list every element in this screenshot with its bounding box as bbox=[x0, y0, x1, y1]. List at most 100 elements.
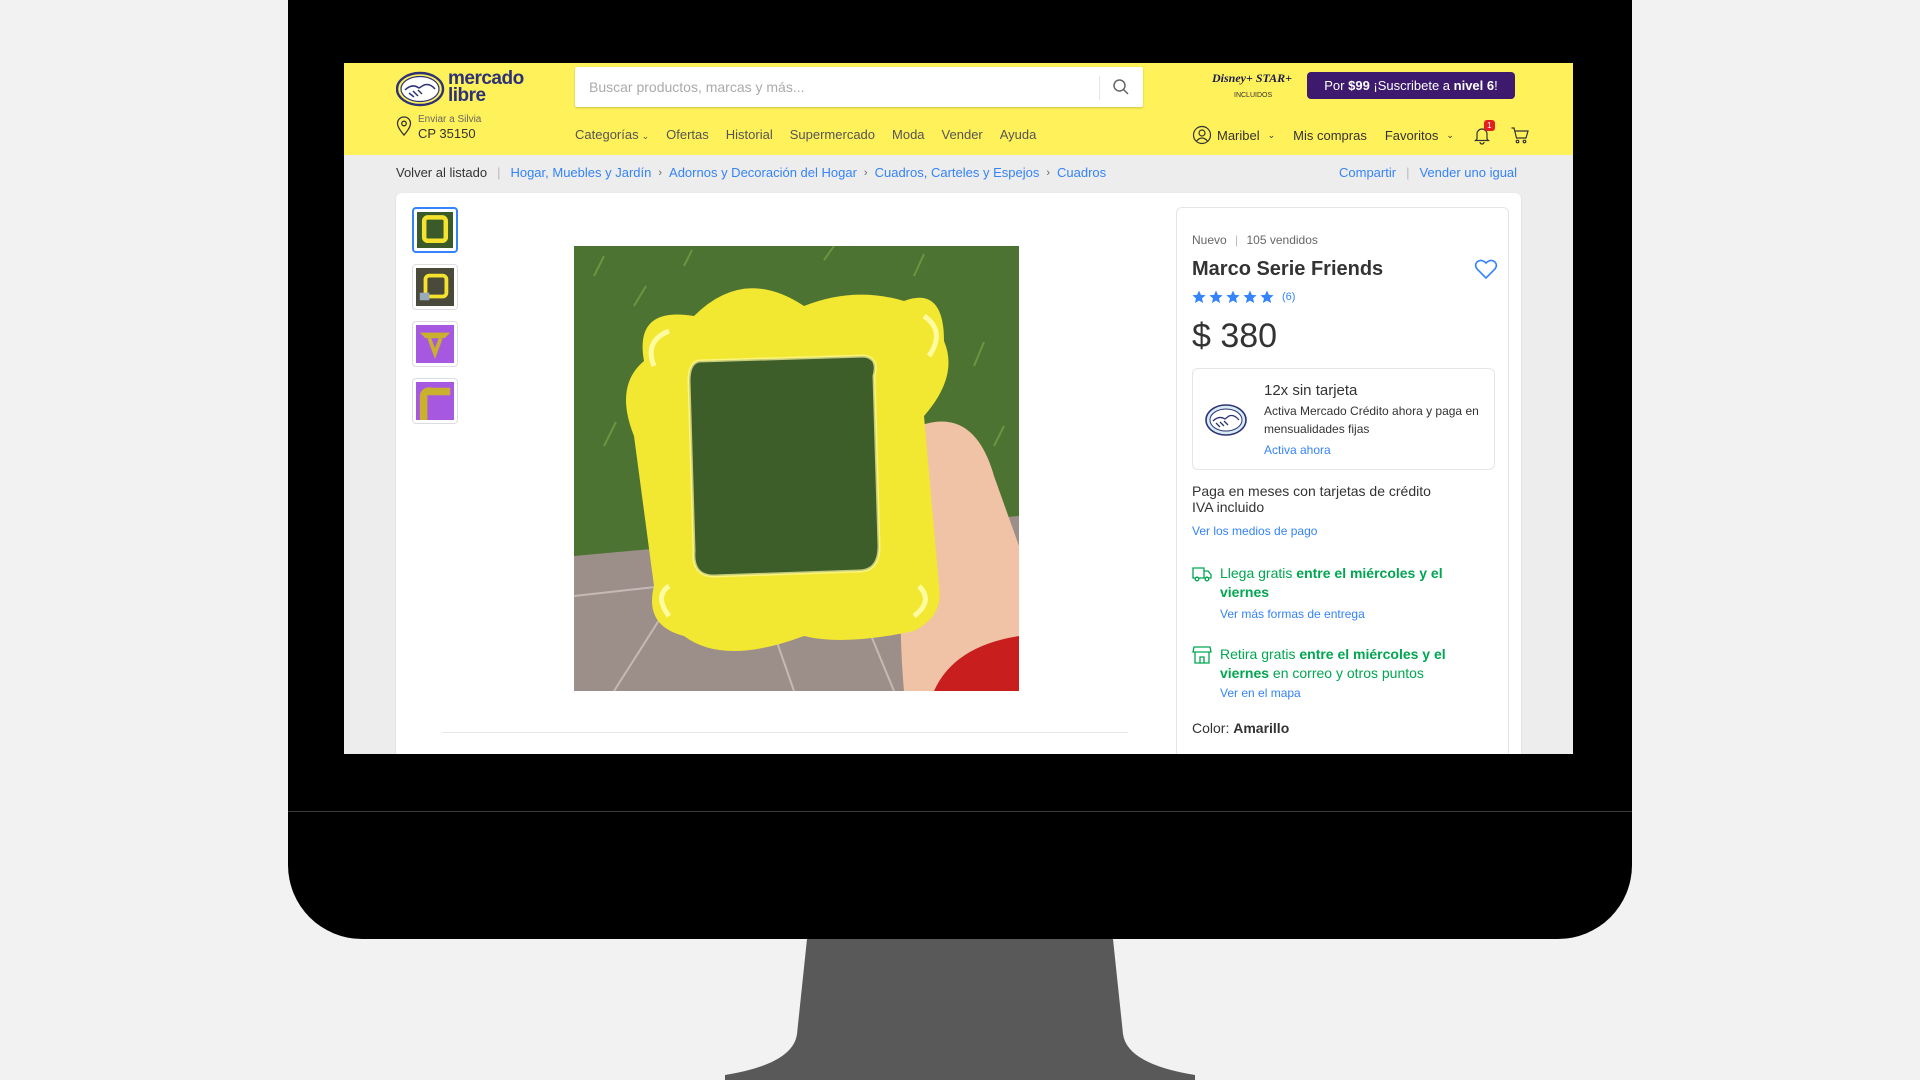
store-icon bbox=[1192, 646, 1212, 664]
chevron-down-icon: ⌄ bbox=[641, 131, 650, 141]
condition-sold: Nuevo | 105 vendidos bbox=[1192, 233, 1318, 247]
product-card: Nuevo | 105 vendidos Marco Serie Friends… bbox=[396, 193, 1521, 754]
nav-item-vender[interactable]: Vender bbox=[942, 127, 983, 142]
subscription-promo-button[interactable]: Por $99 ¡Suscribete a nivel 6! bbox=[1307, 72, 1515, 99]
nav-item-ofertas[interactable]: Ofertas bbox=[666, 127, 709, 142]
color-selector[interactable]: Color: Amarillo bbox=[1192, 720, 1289, 736]
installments-line-1: Paga en meses con tarjetas de crédito bbox=[1192, 483, 1431, 499]
credit-description: Activa Mercado Crédito ahora y paga en m… bbox=[1264, 404, 1479, 436]
share-actions: Compartir | Vender uno igual bbox=[1339, 165, 1517, 180]
user-menu[interactable]: Maribel ⌄ bbox=[1192, 125, 1275, 145]
thumbnail-image bbox=[416, 268, 454, 306]
user-avatar-icon bbox=[1192, 125, 1212, 145]
product-main-image[interactable] bbox=[574, 246, 1019, 691]
product-thumbnail-4[interactable] bbox=[412, 378, 458, 424]
promo-price: $99 bbox=[1348, 78, 1370, 93]
map-link[interactable]: Ver en el mapa bbox=[1220, 686, 1301, 700]
main-nav: Categorías ⌄ Ofertas Historial Supermerca… bbox=[575, 127, 1036, 142]
favorites-menu[interactable]: Favoritos ⌄ bbox=[1385, 128, 1454, 143]
star-icon bbox=[1192, 290, 1206, 303]
product-thumbnail-3[interactable] bbox=[412, 321, 458, 367]
activate-credit-link[interactable]: Activa ahora bbox=[1264, 443, 1331, 457]
search-icon[interactable] bbox=[1112, 78, 1130, 96]
breadcrumb-item-cuadros[interactable]: Cuadros bbox=[1057, 165, 1106, 180]
user-nav: Maribel ⌄ Mis compras Favoritos ⌄ 1 bbox=[1192, 120, 1530, 148]
nav-item-categorias[interactable]: Categorías ⌄ bbox=[575, 127, 649, 142]
favorites-label: Favoritos bbox=[1384, 127, 1439, 143]
star-icon bbox=[1260, 290, 1274, 303]
chevron-right-icon: › bbox=[863, 166, 868, 179]
product-price: $ 380 bbox=[1192, 317, 1278, 355]
color-value: Amarillo bbox=[1233, 720, 1290, 736]
browser-screen: mercado libre Disney+ STAR+ INCLUIDOS Po… bbox=[344, 63, 1573, 754]
shipping-text: Llega gratis entre el miércoles y el vie… bbox=[1220, 564, 1470, 602]
mercado-credito-box: 12x sin tarjeta Activa Mercado Crédito a… bbox=[1192, 368, 1495, 470]
disney-included-label: INCLUIDOS bbox=[1234, 92, 1273, 99]
buy-box: Nuevo | 105 vendidos Marco Serie Friends… bbox=[1176, 207, 1509, 754]
monitor-chin-divider bbox=[288, 811, 1632, 812]
share-link[interactable]: Compartir bbox=[1339, 165, 1396, 180]
payment-methods-link[interactable]: Ver los medios de pago bbox=[1192, 524, 1317, 538]
thumbnail-image bbox=[416, 382, 454, 420]
color-label: Color: bbox=[1192, 720, 1234, 736]
search-divider bbox=[1099, 76, 1100, 100]
installments-info: Paga en meses con tarjetas de crédito IV… bbox=[1192, 483, 1431, 515]
star-icon bbox=[1226, 290, 1240, 303]
search-bar bbox=[575, 67, 1143, 107]
star-icon bbox=[1243, 290, 1257, 303]
condition-label: Nuevo bbox=[1192, 233, 1227, 247]
cart-icon[interactable] bbox=[1510, 125, 1530, 145]
nav-item-ayuda[interactable]: Ayuda bbox=[1000, 127, 1037, 142]
product-title: Marco Serie Friends bbox=[1192, 258, 1384, 280]
notification-badge: 1 bbox=[1483, 120, 1495, 131]
delivery-options-link[interactable]: Ver más formas de entrega bbox=[1220, 607, 1365, 621]
installments-line-2: IVA incluido bbox=[1192, 499, 1265, 515]
location-value: CP 35150 bbox=[418, 126, 476, 141]
product-thumbnail-2[interactable] bbox=[412, 264, 458, 310]
condition-separator: | bbox=[1235, 233, 1239, 247]
thumbnail-image bbox=[417, 212, 453, 248]
share-separator: | bbox=[1406, 165, 1410, 180]
thumbnail-image bbox=[416, 325, 454, 363]
pickup-text: Retira gratis entre el miércoles y el vi… bbox=[1220, 645, 1470, 683]
nav-label: Categorías bbox=[575, 127, 639, 142]
promo-level: nivel 6 bbox=[1453, 78, 1495, 93]
back-to-list-link[interactable]: Volver al listado bbox=[396, 165, 487, 180]
pickup-prefix: Retira gratis bbox=[1220, 646, 1300, 662]
chevron-right-icon: › bbox=[1046, 166, 1051, 179]
user-name: Maribel bbox=[1217, 127, 1260, 143]
disney-star-logo[interactable]: Disney+ STAR+ bbox=[1212, 71, 1292, 86]
breadcrumb-item-hogar[interactable]: Hogar, Muebles y Jardín bbox=[510, 165, 651, 180]
nav-item-moda[interactable]: Moda bbox=[892, 127, 925, 142]
promo-prefix: Por bbox=[1324, 78, 1349, 93]
location-label: Enviar a Silvia bbox=[418, 114, 482, 125]
location-pin-icon bbox=[396, 116, 412, 136]
nav-item-supermercado[interactable]: Supermercado bbox=[790, 127, 875, 142]
review-count: (6) bbox=[1282, 291, 1296, 303]
credit-title: 12x sin tarjeta bbox=[1264, 382, 1358, 399]
search-input[interactable] bbox=[589, 67, 1089, 107]
breadcrumb-item-cuadros-carteles[interactable]: Cuadros, Carteles y Espejos bbox=[875, 165, 1040, 180]
pickup-suffix: en correo y otros puntos bbox=[1269, 665, 1424, 681]
star-icon bbox=[1209, 290, 1223, 303]
nav-item-historial[interactable]: Historial bbox=[726, 127, 773, 142]
promo-middle: ¡Suscribete a bbox=[1369, 78, 1454, 93]
breadcrumb: Volver al listado | Hogar, Muebles y Jar… bbox=[396, 165, 1106, 180]
rating-stars[interactable]: (6) bbox=[1192, 290, 1295, 304]
mercadolibre-handshake-icon bbox=[1205, 404, 1247, 436]
breadcrumb-item-adornos[interactable]: Adornos y Decoración del Hogar bbox=[669, 165, 857, 180]
site-header: mercado libre Disney+ STAR+ INCLUIDOS Po… bbox=[344, 63, 1573, 155]
promo-suffix: ! bbox=[1494, 78, 1498, 93]
breadcrumb-separator: | bbox=[497, 165, 501, 180]
logo-line-2: libre bbox=[448, 85, 486, 106]
product-thumbnail-1[interactable] bbox=[412, 207, 458, 253]
section-divider bbox=[442, 732, 1128, 733]
chevron-down-icon: ⌄ bbox=[1267, 129, 1276, 140]
heart-icon[interactable] bbox=[1474, 258, 1498, 280]
chevron-right-icon: › bbox=[658, 166, 663, 179]
logo-wordmark: mercado libre bbox=[448, 69, 524, 106]
monitor-stand bbox=[725, 939, 1195, 1080]
my-purchases-link[interactable]: Mis compras bbox=[1293, 128, 1367, 143]
notifications-button[interactable]: 1 bbox=[1472, 120, 1495, 145]
sell-similar-link[interactable]: Vender uno igual bbox=[1419, 165, 1517, 180]
